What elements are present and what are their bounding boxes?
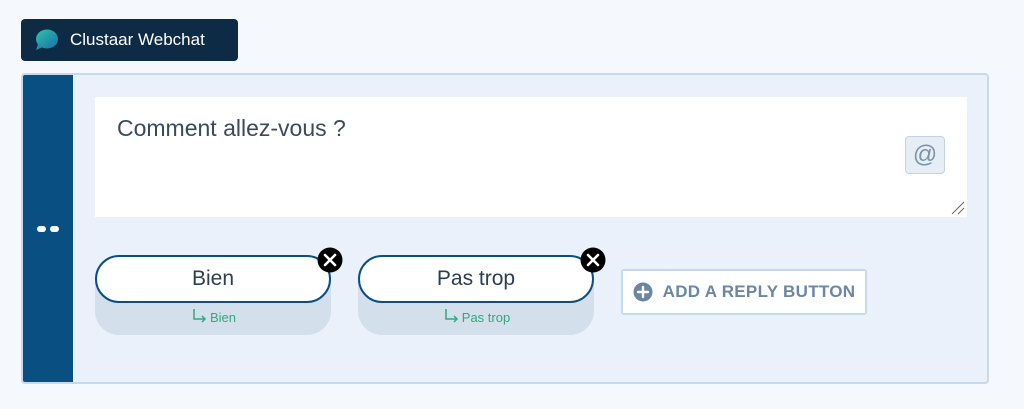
arrow-turn-icon bbox=[445, 309, 458, 323]
drag-handle-icon bbox=[37, 225, 59, 232]
chat-bubble-icon bbox=[35, 29, 59, 51]
reply-target[interactable]: Bien bbox=[95, 307, 331, 325]
reply-target[interactable]: Pas trop bbox=[358, 307, 594, 325]
reply-button[interactable]: Pas trop bbox=[358, 255, 594, 303]
message-textarea[interactable]: Comment allez-vous ? @ bbox=[95, 97, 967, 217]
reply-button-card: Bien Bien bbox=[95, 247, 343, 335]
reply-button[interactable]: Bien bbox=[95, 255, 331, 303]
channel-label: Clustaar Webchat bbox=[70, 30, 205, 49]
channel-tag: Clustaar Webchat bbox=[21, 19, 238, 61]
plus-circle-icon bbox=[633, 282, 653, 302]
message-block-card: Comment allez-vous ? @ Bien Bien Pas tro… bbox=[21, 73, 989, 384]
close-icon[interactable] bbox=[580, 247, 606, 273]
message-text: Comment allez-vous ? bbox=[117, 115, 346, 141]
reply-button-card: Pas trop Pas trop bbox=[358, 247, 606, 335]
reply-target-label: Bien bbox=[209, 310, 237, 325]
arrow-turn-icon bbox=[193, 309, 207, 323]
add-reply-label: ADD A REPLY BUTTON bbox=[662, 282, 856, 301]
drag-handle[interactable] bbox=[23, 75, 73, 382]
mention-button[interactable]: @ bbox=[905, 136, 945, 174]
reply-target-label: Pas trop bbox=[461, 310, 511, 325]
resize-grip-icon[interactable] bbox=[949, 199, 965, 215]
close-icon[interactable] bbox=[317, 247, 343, 273]
add-reply-button[interactable]: ADD A REPLY BUTTON bbox=[621, 269, 867, 315]
